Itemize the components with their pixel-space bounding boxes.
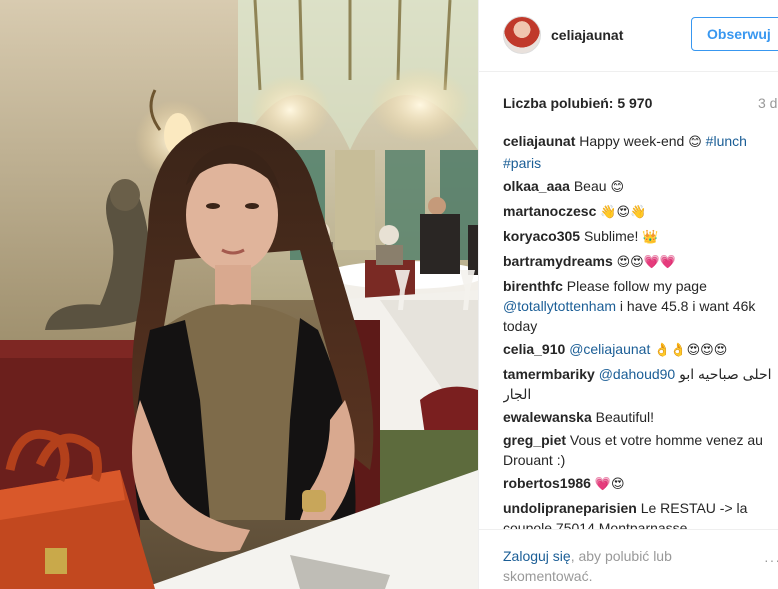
comment-item: bartramydreams 😍😍💗💗 [503,251,775,273]
follow-button[interactable]: Obserwuj [691,17,778,51]
emoji: 💗😍 [594,477,625,492]
comment-author[interactable]: robertos1986 [503,475,591,491]
hashtag-link[interactable]: #paris [503,155,541,171]
comment-text: Beau [569,178,611,194]
comment-item: olkaa_aaa Beau 😊 [503,176,775,198]
login-prompt: Zaloguj się, aby polubić lub skomentować… [503,546,713,586]
username-link[interactable]: celiajaunat [551,27,623,43]
comment-item: ewalewanska Beautiful! [503,407,775,427]
comment-author[interactable]: greg_piet [503,432,566,448]
mention-link[interactable]: @celiajaunat [569,341,650,357]
emoji: 👋😍👋 [600,205,647,220]
comment-item: martanoczesc 👋😍👋 [503,201,775,223]
comment-item: celia_910 @celiajaunat 👌👌😍😍😍 [503,339,775,361]
post-image-illustration [0,0,478,589]
comment-text: Beautiful! [591,409,654,425]
hashtag-link[interactable]: #lunch [706,133,747,149]
comment-author[interactable]: ewalewanska [503,409,592,425]
more-options-button[interactable]: ··· [764,552,778,568]
mention-link[interactable]: @dahoud90 [599,366,676,382]
comment-author[interactable]: koryaco305 [503,228,580,244]
comment-item: greg_piet Vous et votre homme venez au D… [503,430,775,470]
emoji: 😊 [610,180,624,195]
avatar[interactable] [503,16,541,54]
post-photo [0,0,478,589]
mention-link[interactable]: @totallytottenham [503,298,616,314]
comment-item: birenthfc Please follow my page @totally… [503,276,775,336]
comment-item: koryaco305 Sublime! 👑 [503,226,775,248]
comment-author[interactable]: bartramydreams [503,253,613,269]
comment-item: undolipraneparisien Le RESTAU -> la coup… [503,498,775,529]
comment-text: Happy week-end [575,133,689,149]
comment-item: celiajaunat Happy week-end 😊 #lunch #par… [503,131,775,173]
comment-author[interactable]: celiajaunat [503,133,575,149]
likes-count[interactable]: Liczba polubień: 5 970 [503,95,652,111]
comment-author[interactable]: undolipraneparisien [503,500,637,516]
comment-author[interactable]: olkaa_aaa [503,178,570,194]
emoji: 👌👌😍😍😍 [654,343,728,358]
comment-author[interactable]: celia_910 [503,341,565,357]
post-time[interactable]: 3 d [758,95,777,111]
comment-author[interactable]: martanoczesc [503,203,596,219]
comment-item: robertos1986 💗😍 [503,473,775,495]
post-footer: Zaloguj się, aby polubić lub skomentować… [479,529,778,589]
comment-text: Sublime! [580,228,643,244]
comments-list: celiajaunat Happy week-end 😊 #lunch #par… [503,131,775,529]
comment-text: Please follow my page [562,278,707,294]
emoji: 👑 [642,230,659,245]
comment-author[interactable]: tamermbariky [503,366,595,382]
likes-row: Liczba polubień: 5 970 3 d [503,95,778,113]
emoji: 😍😍💗💗 [616,255,677,270]
comment-item: tamermbariky @dahoud90 احلى صباحيه ابو ا… [503,364,775,404]
post-sidebar: celiajaunat Obserwuj Liczba polubień: 5 … [478,0,778,589]
post-header: celiajaunat Obserwuj [479,0,778,72]
login-link[interactable]: Zaloguj się [503,548,571,564]
comment-author[interactable]: birenthfc [503,278,563,294]
emoji: 😊 [688,135,702,150]
